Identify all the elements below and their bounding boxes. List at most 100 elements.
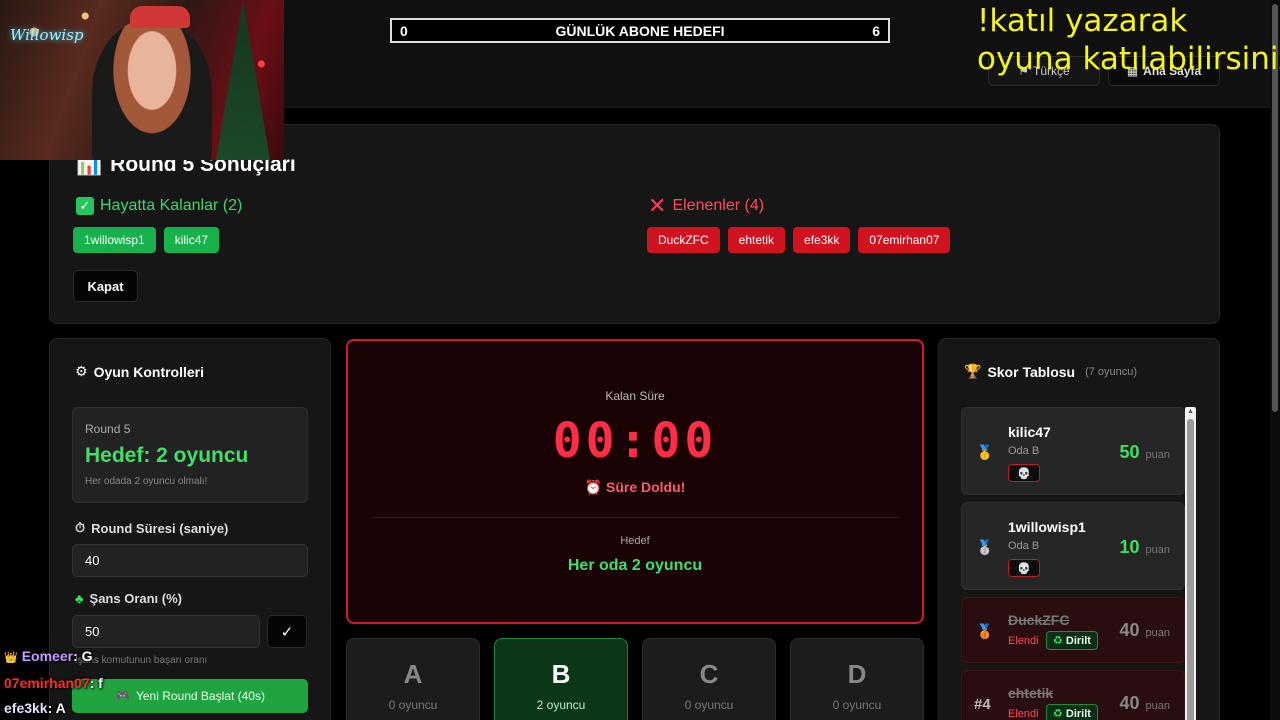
round-note: Her odada 2 oyuncu olmalı! bbox=[85, 476, 208, 487]
goal-label: Hedef bbox=[620, 535, 650, 547]
survivor-chip: 1willowisp1 bbox=[73, 227, 156, 253]
room-player-count: 0 oyuncu bbox=[684, 698, 734, 712]
player-count: (7 oyuncu) bbox=[1085, 365, 1138, 378]
player-name: DuckZFC bbox=[1008, 612, 1070, 628]
round-label: Round 5 bbox=[85, 422, 131, 436]
goal-current: 0 bbox=[400, 22, 408, 39]
cross-icon: ✕ bbox=[648, 193, 667, 218]
luck-label-text: Şans Oranı (%) bbox=[89, 591, 182, 606]
time-expired-text: Süre Doldu! bbox=[605, 479, 686, 495]
chat-overlay: 👑 Eomeer: G 07emirhan07: f efe3kk: A bbox=[0, 644, 340, 720]
eliminate-button[interactable]: 💀 bbox=[1008, 464, 1040, 482]
eliminated-heading-text: Elenenler (4) bbox=[672, 197, 765, 214]
points-unit: puan bbox=[1145, 700, 1170, 712]
room-card-a[interactable]: A 0 oyuncu bbox=[346, 638, 480, 720]
chat-username: Eomeer bbox=[21, 648, 74, 664]
points: 40 bbox=[1119, 693, 1140, 713]
gear-icon: ⚙ bbox=[75, 363, 88, 379]
timer-panel: Kalan Süre 00:00 ⏰ Süre Doldu! Hedef Her… bbox=[346, 339, 924, 624]
eliminated-chip: DuckZFC bbox=[647, 227, 720, 253]
skull-icon: 💀 bbox=[1017, 467, 1031, 480]
countdown-timer: 00:00 bbox=[552, 413, 718, 469]
skull-icon: 💀 bbox=[1017, 562, 1031, 575]
crown-badge-icon: 👑 bbox=[4, 652, 18, 664]
silver-medal-icon: 🥈 bbox=[976, 539, 994, 555]
scroll-up-arrow-icon[interactable]: ▲ bbox=[1185, 407, 1196, 417]
scoreboard-title-text: Skor Tablosu bbox=[987, 363, 1076, 380]
room-letter: B bbox=[551, 659, 571, 689]
survivors-heading-text: Hayatta Kalanlar (2) bbox=[100, 197, 243, 214]
join-instructions-overlay: !katıl yazarak oyuna katılabilirsiniz bbox=[977, 2, 1280, 78]
eliminated-chip: ehtetik bbox=[727, 227, 786, 253]
revive-label: Dirilt bbox=[1065, 634, 1091, 647]
room-card-d[interactable]: D 0 oyuncu bbox=[790, 638, 924, 720]
recycle-icon: ♻ bbox=[1053, 635, 1063, 647]
revive-button[interactable]: ♻ Dirilt bbox=[1046, 631, 1098, 650]
room-letter: A bbox=[403, 659, 423, 689]
divider bbox=[372, 517, 898, 518]
headband bbox=[130, 6, 190, 28]
bronze-medal-icon: 🥉 bbox=[976, 623, 994, 639]
survivors-list: 1willowisp1 kilic47 bbox=[73, 227, 220, 253]
room-card-c[interactable]: C 0 oyuncu bbox=[642, 638, 776, 720]
room-card-b[interactable]: B 2 oyuncu bbox=[494, 638, 628, 720]
points-unit: puan bbox=[1145, 627, 1170, 639]
player-name: 1willowisp1 bbox=[1008, 519, 1086, 535]
player-score: 10 puan bbox=[1119, 537, 1170, 558]
player-name: kilic47 bbox=[1008, 424, 1051, 440]
trophy-icon: 🏆 bbox=[964, 363, 982, 379]
room-player-count: 0 oyuncu bbox=[832, 698, 882, 712]
revive-button[interactable]: ♻ Dirilt bbox=[1046, 704, 1098, 720]
stopwatch-icon: ⏱ bbox=[75, 520, 86, 535]
close-button[interactable]: Kapat bbox=[73, 270, 138, 302]
scoreboard-list[interactable]: 🥇 kilic47 Oda B 💀 50 puan 🥈 1willowisp1 O… bbox=[961, 407, 1185, 720]
remaining-time-label: Kalan Süre bbox=[605, 389, 665, 403]
room-letter: D bbox=[847, 659, 867, 689]
overlay-line: !katıl yazarak bbox=[977, 3, 1188, 39]
revive-label: Dirilt bbox=[1065, 707, 1091, 720]
rank-number: #4 bbox=[974, 696, 991, 713]
chat-text: : A bbox=[47, 700, 66, 716]
chat-message: 07emirhan07: f bbox=[0, 671, 340, 696]
scoreboard-title: 🏆 Skor Tablosu (7 oyuncu) bbox=[964, 363, 1137, 380]
clover-icon: ♣ bbox=[75, 591, 84, 606]
player-room: Oda B bbox=[1008, 445, 1040, 457]
duration-label-text: Round Süresi (saniye) bbox=[91, 520, 229, 536]
chat-username: efe3kk bbox=[4, 700, 48, 716]
checkmark-icon: ✓ bbox=[76, 197, 94, 215]
time-expired-status: ⏰ Süre Doldu! bbox=[348, 479, 922, 496]
streamer-webcam: Willowisp bbox=[0, 0, 284, 160]
duration-label: ⏱ Round Süresi (saniye) bbox=[75, 520, 228, 536]
points-unit: puan bbox=[1145, 449, 1170, 461]
scrollbar-thumb[interactable] bbox=[1187, 419, 1194, 720]
controls-title-text: Oyun Kontrolleri bbox=[93, 363, 205, 380]
scoreboard-row: 🥈 1willowisp1 Oda B 💀 10 puan bbox=[961, 502, 1185, 590]
player-status: Elendi bbox=[1008, 708, 1039, 720]
alarm-clock-icon: ⏰ bbox=[584, 479, 603, 495]
room-player-count: 2 oyuncu bbox=[536, 698, 586, 712]
christmas-tree bbox=[216, 0, 270, 160]
eliminated-list: DuckZFC ehtetik efe3kk 07emirhan07 bbox=[647, 227, 951, 253]
points-unit: puan bbox=[1145, 544, 1170, 556]
eliminated-chip: efe3kk bbox=[793, 227, 851, 253]
player-score: 40 puan bbox=[1119, 693, 1170, 714]
player-room: Oda B bbox=[1008, 540, 1040, 552]
recycle-icon: ♻ bbox=[1053, 708, 1063, 720]
goal-target: 6 bbox=[872, 22, 880, 39]
player-score: 50 puan bbox=[1119, 442, 1170, 463]
streamer bbox=[92, 18, 212, 160]
overlay-line: oyuna katılabilirsiniz bbox=[977, 41, 1280, 77]
gold-medal-icon: 🥇 bbox=[976, 444, 994, 460]
neon-sign: Willowisp bbox=[10, 26, 84, 44]
points: 50 bbox=[1119, 442, 1140, 462]
round-info-card: Round 5 Hedef: 2 oyuncu Her odada 2 oyun… bbox=[72, 407, 308, 503]
player-status: Elendi bbox=[1008, 635, 1039, 647]
scoreboard-scrollbar[interactable]: ▲ bbox=[1185, 407, 1196, 720]
eliminate-button[interactable]: 💀 bbox=[1008, 559, 1040, 577]
duration-input[interactable]: 40 bbox=[72, 544, 308, 577]
eliminated-chip: 07emirhan07 bbox=[858, 227, 951, 253]
scoreboard-row: 🥇 kilic47 Oda B 💀 50 puan bbox=[961, 407, 1185, 495]
page-scrollbar[interactable] bbox=[1270, 0, 1280, 720]
eliminated-heading: ✕ Elenenler (4) bbox=[648, 193, 765, 218]
scoreboard-panel: 🏆 Skor Tablosu (7 oyuncu) 🥇 kilic47 Oda … bbox=[938, 338, 1220, 720]
